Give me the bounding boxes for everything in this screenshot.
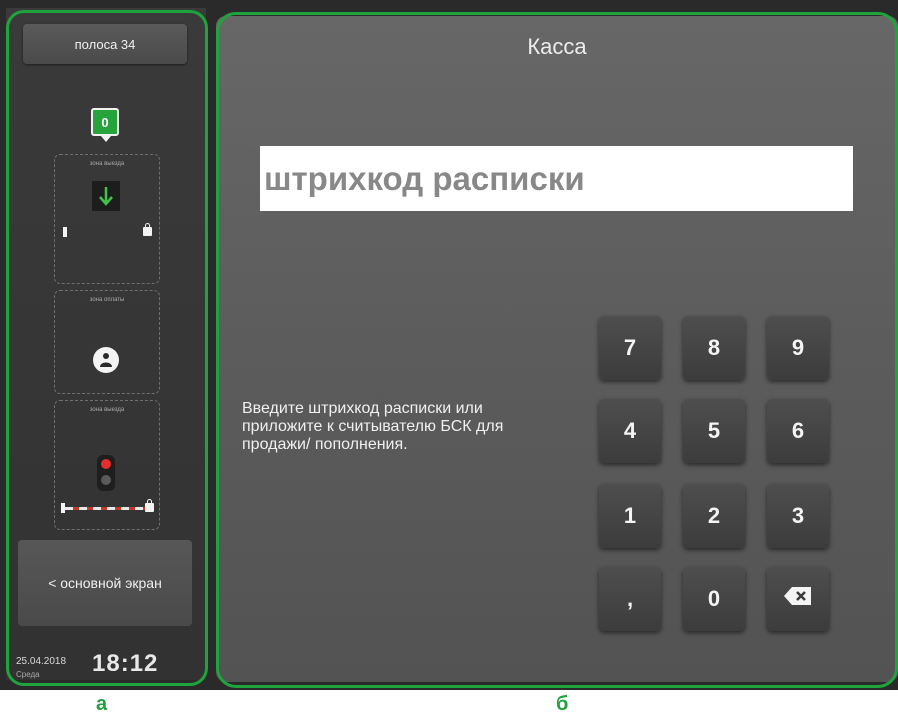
figure-label-a: а — [96, 693, 108, 715]
highlight-outline-b — [216, 12, 898, 688]
highlight-outline-a — [6, 10, 208, 686]
figure-label-b: б — [556, 693, 569, 715]
